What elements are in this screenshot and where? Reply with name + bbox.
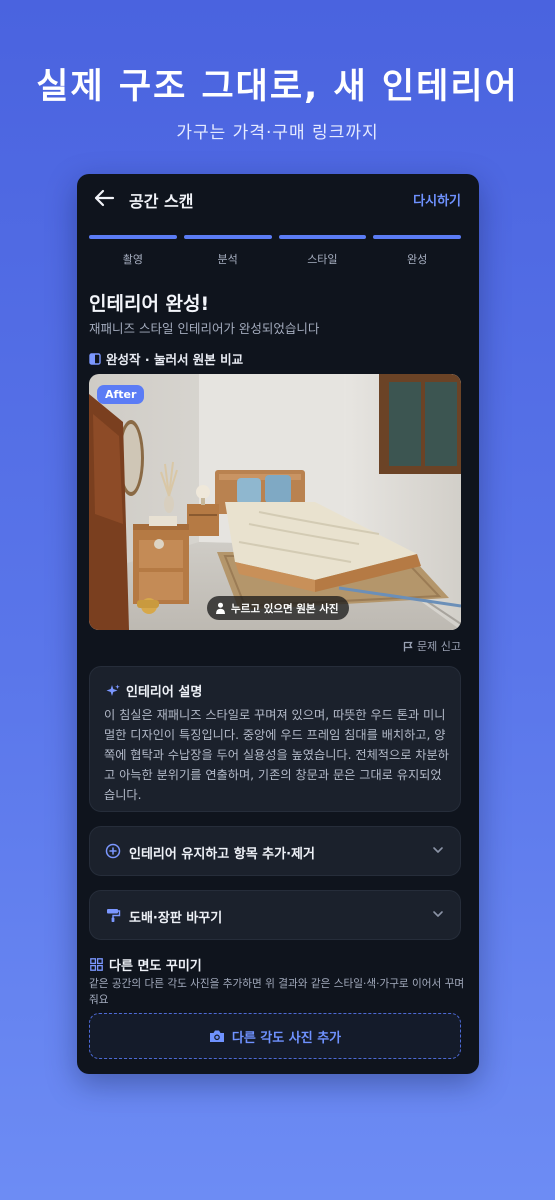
step-analysis: 분석	[183, 235, 272, 271]
bedroom-image	[89, 374, 461, 630]
compare-icon	[89, 352, 101, 365]
page-title: 공간 스캔	[129, 192, 194, 211]
accordion-label: 도배·장판 바꾸기	[129, 911, 223, 926]
compare-label: 완성작 · 눌러서 원본 비교	[89, 349, 243, 368]
step-style: 스타일	[278, 235, 367, 271]
step-bar	[183, 235, 272, 239]
description-card: 인테리어 설명 이 침실은 재패니즈 스타일로 꾸며져 있으며, 따뜻한 우드 …	[89, 666, 461, 812]
plus-circle-icon	[105, 843, 121, 859]
sparkle-icon	[106, 684, 120, 696]
step-label: 완성	[407, 253, 428, 266]
result-title: 인테리어 완성!	[89, 293, 210, 315]
step-bar	[89, 235, 177, 239]
report-label: 문제 신고	[417, 640, 461, 653]
other-angle-header: 다른 면도 꾸미기	[90, 955, 202, 974]
accordion-label: 인테리어 유지하고 항목 추가·제거	[129, 847, 315, 862]
other-angle-title: 다른 면도 꾸미기	[109, 959, 202, 974]
step-bar	[373, 235, 461, 239]
result-subtitle: 재패니즈 스타일 인테리어가 완성되었습니다	[89, 321, 320, 336]
grid-icon	[90, 958, 103, 971]
chevron-down-icon	[433, 847, 443, 853]
retry-button[interactable]: 다시하기	[413, 190, 461, 209]
paint-roller-icon	[107, 909, 121, 922]
compare-label-text: 완성작 · 눌러서 원본 비교	[106, 352, 244, 367]
add-angle-photo-button[interactable]: 다른 각도 사진 추가	[89, 1013, 461, 1059]
wallpaper-floor-accordion[interactable]: 도배·장판 바꾸기	[89, 890, 461, 940]
report-button[interactable]: 문제 신고	[403, 638, 461, 654]
chevron-down-icon	[433, 911, 443, 917]
result-photo[interactable]: After 누르고 있으면 원본 사진	[89, 374, 461, 630]
description-header: 인테리어 설명	[106, 681, 202, 700]
add-remove-items-accordion[interactable]: 인테리어 유지하고 항목 추가·제거	[89, 826, 461, 876]
step-complete: 완성	[373, 235, 461, 271]
camera-icon	[209, 1030, 224, 1042]
touch-icon	[216, 602, 225, 614]
step-label: 분석	[217, 253, 238, 266]
hold-hint-text: 누르고 있으면 원본 사진	[231, 602, 339, 615]
promo-headline: 실제 구조 그대로, 새 인테리어	[36, 67, 519, 107]
promo-subline: 가구는 가격·구매 링크까지	[176, 123, 379, 143]
flag-icon	[403, 641, 413, 651]
progress-steps: 촬영 분석 스타일 완성	[89, 235, 461, 271]
arrow-left-icon[interactable]	[93, 188, 115, 208]
description-title: 인테리어 설명	[126, 685, 203, 700]
step-bar	[278, 235, 367, 239]
add-angle-label: 다른 각도 사진 추가	[231, 1030, 342, 1046]
after-badge: After	[97, 385, 145, 404]
description-text: 이 침실은 재패니즈 스타일로 꾸며져 있으며, 따뜻한 우드 톤과 미니멀한 …	[104, 708, 449, 802]
step-label: 촬영	[122, 253, 143, 266]
other-angle-subtitle: 같은 공간의 다른 각도 사진을 추가하면 위 결과와 같은 스타일·색·가구로…	[89, 978, 465, 1006]
step-label: 스타일	[307, 253, 338, 266]
step-capture: 촬영	[89, 235, 177, 271]
app-screen: 공간 스캔 다시하기 촬영 분석 스타일 완성 인테리어 완성! 재패니즈 스타…	[77, 174, 479, 1074]
hold-to-compare-hint[interactable]: 누르고 있으면 원본 사진	[207, 596, 349, 620]
top-bar: 공간 스캔 다시하기	[77, 174, 479, 222]
